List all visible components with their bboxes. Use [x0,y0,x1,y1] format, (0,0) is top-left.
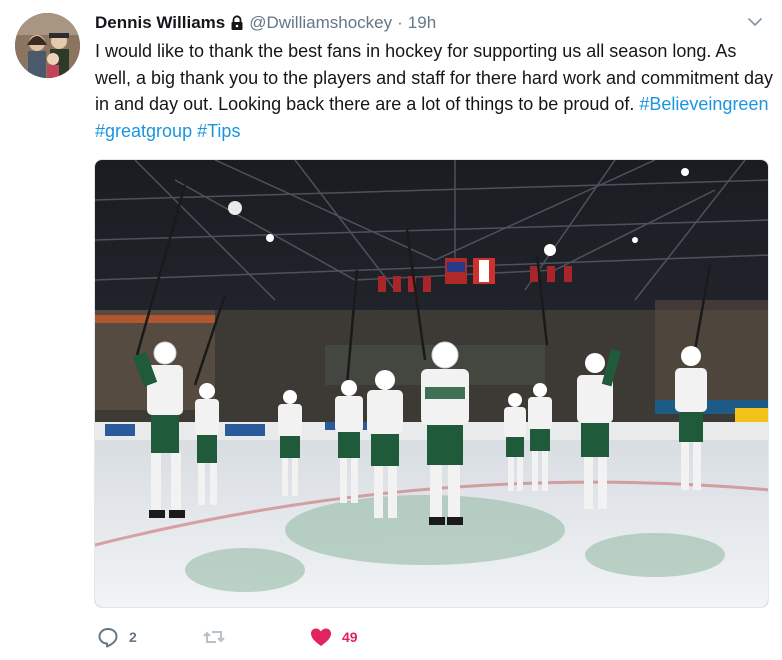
retweet-icon [203,631,225,643]
hockey-team-photo [95,160,768,607]
reply-count: 2 [129,629,137,645]
author-handle[interactable]: @Dwilliamshockey [249,13,392,33]
tweet-header: Dennis Williams @Dwilliamshockey · 19h [95,12,436,34]
author-name[interactable]: Dennis Williams [95,13,225,33]
hashtag-believeingreen[interactable]: #Believeingreen [639,94,768,114]
hashtag-greatgroup[interactable]: #greatgroup [95,121,192,141]
header-separator: · [397,13,403,32]
heart-icon [311,628,331,646]
tweet-timestamp[interactable]: 19h [408,13,436,33]
reply-icon [98,628,118,648]
retweet-action[interactable] [203,625,235,649]
tweet-photo[interactable] [94,159,769,608]
hashtag-tips[interactable]: #Tips [197,121,240,141]
like-action[interactable]: 49 [310,625,358,649]
lock-icon [231,15,243,30]
tweet-text: I would like to thank the best fans in h… [95,38,775,144]
author-avatar[interactable] [15,13,80,78]
like-count: 49 [342,629,358,645]
caret-down-icon[interactable] [747,14,763,30]
reply-action[interactable]: 2 [97,625,137,649]
